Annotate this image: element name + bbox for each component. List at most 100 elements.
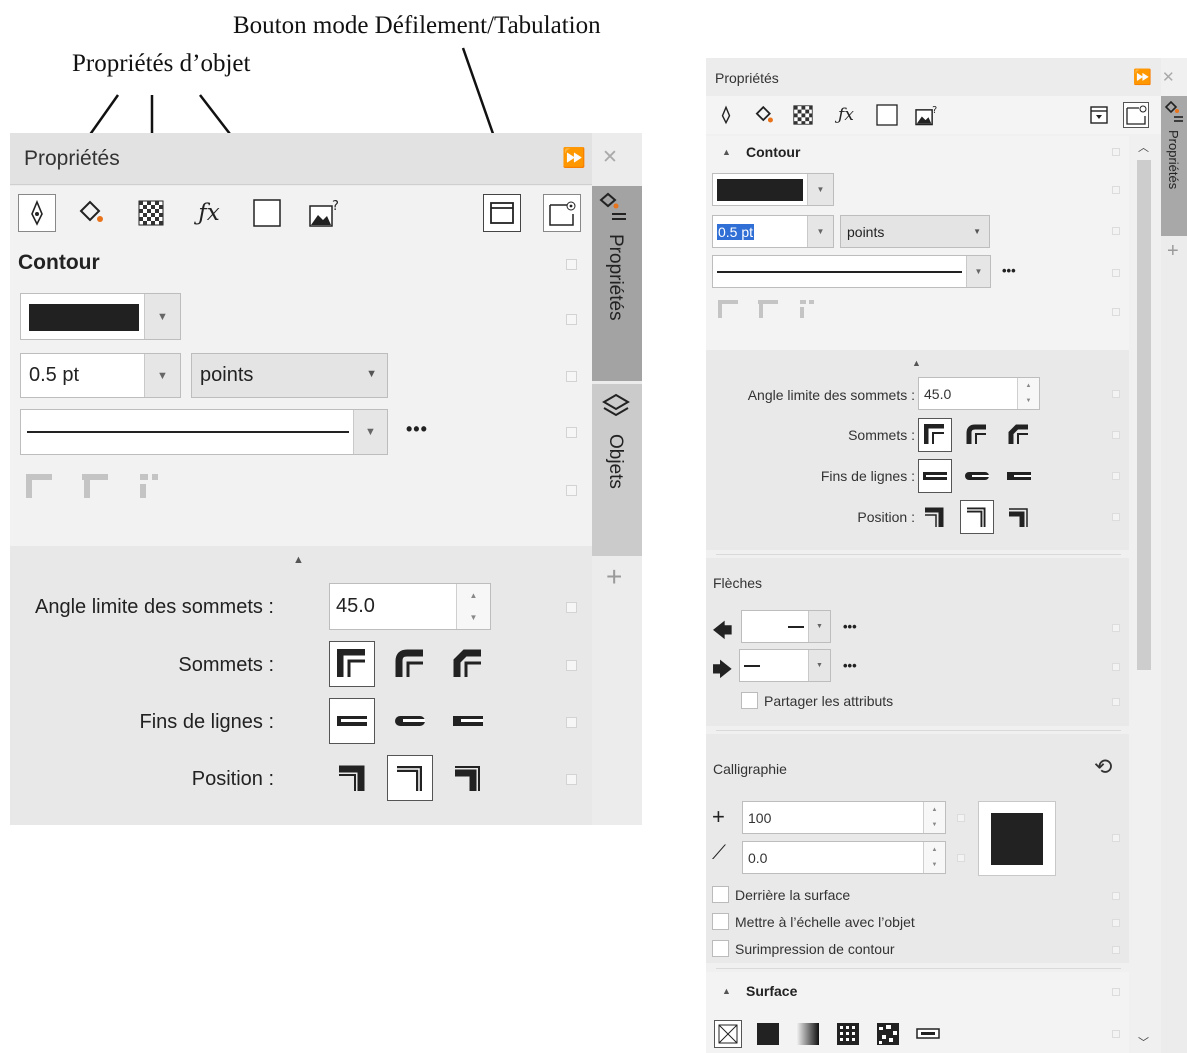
cap-butt-icon[interactable] [329,698,375,744]
lock-checkbox[interactable] [566,427,577,438]
more-options-button[interactable]: ••• [1002,263,1016,278]
frame-icon[interactable] [874,102,900,128]
lock-checkbox[interactable] [566,602,577,613]
end-arrow-options-button[interactable]: ••• [843,658,857,673]
lock-checkbox[interactable] [1112,227,1120,235]
more-fill-types-icon[interactable] [914,1020,942,1048]
share-attributes-checkbox[interactable] [741,692,758,709]
image-summary-icon[interactable]: ? [914,102,940,128]
collapse-up-icon[interactable]: ▲ [912,358,921,368]
lock-checkbox[interactable] [1112,431,1120,439]
tab-properties[interactable]: Propriétés [1161,96,1187,236]
lock-checkbox[interactable] [1112,624,1120,632]
line-style-dropdown[interactable]: ▼ [712,255,991,288]
lock-checkbox[interactable] [1112,663,1120,671]
start-arrow-options-button[interactable]: ••• [843,619,857,634]
lock-checkbox[interactable] [1112,946,1120,954]
lock-checkbox[interactable] [566,717,577,728]
position-center-icon[interactable] [960,500,994,534]
fill-bucket-icon[interactable] [751,102,777,128]
cap-round-icon[interactable] [387,698,433,744]
scroll-up-icon[interactable]: ︿ [1138,139,1149,155]
fountain-fill-icon[interactable] [794,1020,822,1048]
effects-fx-icon[interactable]: ƒx [833,102,859,128]
lock-checkbox[interactable] [1112,269,1120,277]
collapse-up-icon[interactable]: ▲ [293,554,304,566]
position-outside-icon[interactable] [329,755,375,801]
lock-checkbox[interactable] [1112,308,1120,316]
cap-butt-icon[interactable] [918,459,952,493]
lock-checkbox[interactable] [957,854,965,862]
lock-checkbox[interactable] [1112,513,1120,521]
scrollbar-thumb[interactable] [1137,160,1151,670]
scale-with-object-checkbox[interactable] [712,913,729,930]
corner-miter-icon[interactable] [329,641,375,687]
position-outside-icon[interactable] [918,500,952,534]
cap-round-icon[interactable] [960,459,994,493]
lock-checkbox[interactable] [1112,186,1120,194]
close-icon[interactable]: ✕ [602,146,618,169]
corner-miter-icon[interactable] [918,418,952,452]
position-inside-icon[interactable] [1002,500,1036,534]
scroll-down-icon[interactable]: ﹀ [1138,1034,1149,1050]
spin-arrows[interactable]: ▲ ▼ [1017,378,1039,409]
position-inside-icon[interactable] [445,755,491,801]
frame-icon[interactable] [248,194,286,232]
lock-checkbox[interactable] [1112,698,1120,706]
line-style-dropdown[interactable]: ▼ [20,409,388,455]
panel-options-button[interactable] [543,194,581,232]
outline-width-dropdown[interactable]: 0.5 pt ▼ [20,353,181,398]
corner-round-icon[interactable] [387,641,433,687]
close-icon[interactable]: ✕ [1162,68,1175,86]
no-fill-icon[interactable] [714,1020,742,1048]
miter-limit-spinbox[interactable]: 45.0 ▲ ▼ [329,583,491,630]
angle-spinbox[interactable]: 0.0 ▲ ▼ [742,841,946,874]
overprint-checkbox[interactable] [712,940,729,957]
units-dropdown[interactable]: points ▼ [840,215,990,248]
fill-bucket-icon[interactable] [72,194,110,232]
add-docker-icon[interactable]: + [1167,240,1179,263]
scroll-tab-mode-button[interactable] [483,194,521,232]
spin-arrows[interactable]: ▲ ▼ [456,584,490,629]
lock-checkbox[interactable] [1112,988,1120,996]
corner-bevel-icon[interactable] [445,641,491,687]
collapse-up-icon[interactable]: ▲ [722,147,731,157]
spin-arrows[interactable]: ▲ ▼ [923,802,945,833]
forward-icon[interactable]: ⏩ [562,146,586,170]
vector-pattern-fill-icon[interactable] [834,1020,862,1048]
add-docker-icon[interactable]: + [606,561,622,593]
lock-checkbox[interactable] [566,259,577,270]
lock-checkbox[interactable] [566,314,577,325]
outline-color-dropdown[interactable]: ▼ [712,173,834,206]
corner-round-icon[interactable] [960,418,994,452]
lock-checkbox[interactable] [1112,1030,1120,1038]
transparency-icon[interactable] [790,102,816,128]
lock-checkbox[interactable] [566,371,577,382]
tab-objects[interactable]: Objets [592,384,642,556]
more-options-button[interactable]: ••• [406,419,428,440]
reset-icon[interactable]: ⟲ [1094,754,1112,780]
collapse-up-icon[interactable]: ▲ [722,986,731,996]
miter-limit-spinbox[interactable]: 45.0 ▲ ▼ [918,377,1040,410]
effects-fx-icon[interactable]: ƒx [190,194,228,232]
units-dropdown[interactable]: points ▼ [191,353,388,398]
lock-checkbox[interactable] [1112,390,1120,398]
lock-checkbox[interactable] [957,814,965,822]
lock-checkbox[interactable] [566,774,577,785]
tab-properties[interactable]: Propriétés [592,186,642,381]
panel-options-button[interactable] [1123,102,1149,128]
forward-icon[interactable]: ⏩ [1133,68,1152,86]
start-arrow-dropdown[interactable]: ▼ [741,610,831,643]
uniform-fill-icon[interactable] [754,1020,782,1048]
lock-checkbox[interactable] [1112,892,1120,900]
scroll-tab-mode-button[interactable] [1086,102,1112,128]
bitmap-pattern-fill-icon[interactable] [874,1020,902,1048]
outline-pen-icon[interactable] [713,102,739,128]
vertical-scrollbar[interactable]: ︿ ﹀ [1133,136,1155,1053]
end-arrow-dropdown[interactable]: ▼ [739,649,831,682]
outline-color-dropdown[interactable]: ▼ [20,293,181,340]
lock-checkbox[interactable] [1112,834,1120,842]
position-center-icon[interactable] [387,755,433,801]
lock-checkbox[interactable] [1112,919,1120,927]
cap-square-icon[interactable] [445,698,491,744]
